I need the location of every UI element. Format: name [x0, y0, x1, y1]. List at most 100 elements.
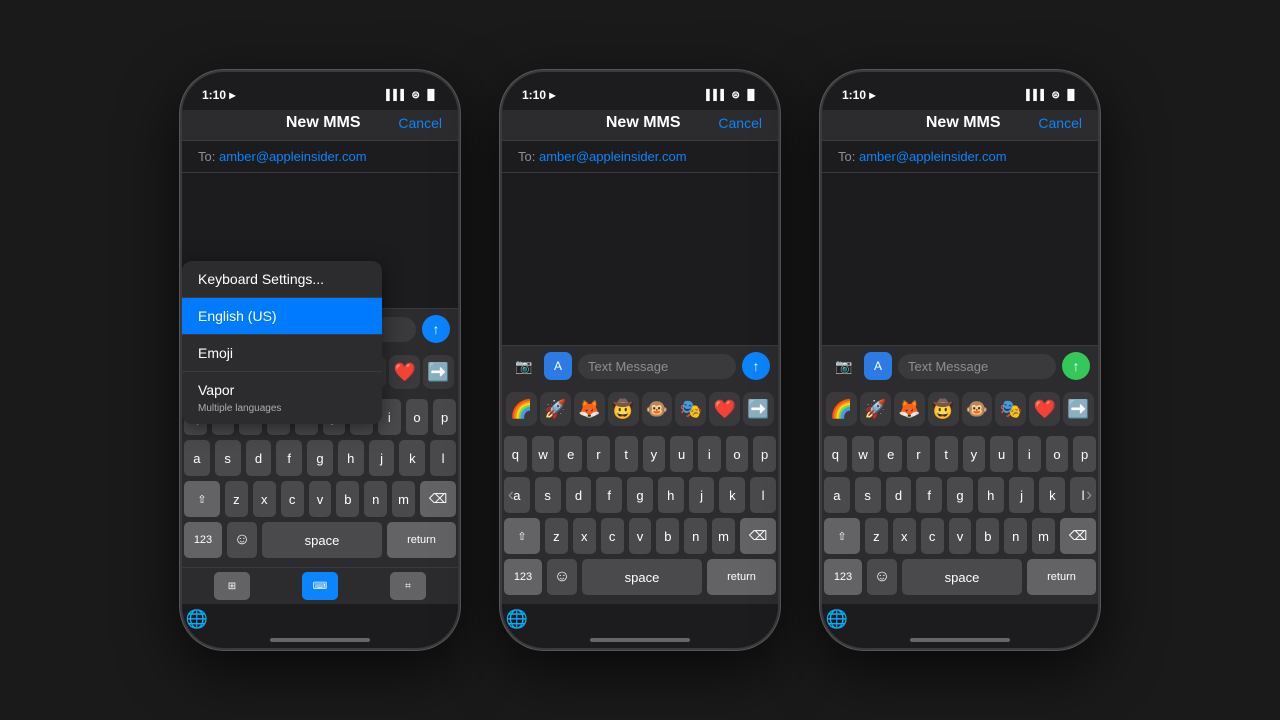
emoji-3-8[interactable]: ➡️ — [1063, 392, 1094, 426]
key-d-3[interactable]: d — [886, 477, 912, 513]
key-b-3[interactable]: b — [976, 518, 999, 554]
emoji-3-4[interactable]: 🤠 — [928, 392, 959, 426]
key-d[interactable]: d — [246, 440, 272, 476]
key-i-3[interactable]: i — [1018, 436, 1041, 472]
key-return-2[interactable]: return — [707, 559, 776, 595]
key-emoji-2[interactable]: ☺ — [547, 559, 577, 595]
key-g-2[interactable]: g — [627, 477, 653, 513]
key-q-3[interactable]: q — [824, 436, 847, 472]
key-f-2[interactable]: f — [596, 477, 622, 513]
dropdown-emoji[interactable]: Emoji — [182, 335, 382, 372]
key-c[interactable]: c — [281, 481, 304, 517]
emoji-2-7[interactable]: ❤️ — [709, 392, 740, 426]
key-o-3[interactable]: o — [1046, 436, 1069, 472]
key-a-3[interactable]: a — [824, 477, 850, 513]
key-g-3[interactable]: g — [947, 477, 973, 513]
key-b[interactable]: b — [336, 481, 359, 517]
key-h-3[interactable]: h — [978, 477, 1004, 513]
key-x-2[interactable]: x — [573, 518, 596, 554]
arrow-left-2[interactable]: ‹ — [508, 485, 514, 506]
emoji-2-5[interactable]: 🐵 — [642, 392, 673, 426]
emoji-2-4[interactable]: 🤠 — [608, 392, 639, 426]
key-n-3[interactable]: n — [1004, 518, 1027, 554]
kb-type-keyboard[interactable]: ⌨ — [302, 572, 338, 600]
key-v[interactable]: v — [309, 481, 332, 517]
key-s-3[interactable]: s — [855, 477, 881, 513]
key-u-2[interactable]: u — [670, 436, 693, 472]
send-btn-1[interactable]: ↑ — [422, 315, 450, 343]
arrow-right-3[interactable]: › — [1086, 485, 1092, 506]
key-k[interactable]: k — [399, 440, 425, 476]
emoji-3-1[interactable]: 🌈 — [826, 392, 857, 426]
key-r-2[interactable]: r — [587, 436, 610, 472]
key-f[interactable]: f — [276, 440, 302, 476]
key-shift-2[interactable]: ⇧ — [504, 518, 540, 554]
key-emoji-3[interactable]: ☺ — [867, 559, 897, 595]
cancel-btn-3[interactable]: Cancel — [1038, 115, 1082, 131]
cancel-btn-2[interactable]: Cancel — [718, 115, 762, 131]
key-o-2[interactable]: o — [726, 436, 749, 472]
key-delete[interactable]: ⌫ — [420, 481, 456, 517]
key-y-3[interactable]: y — [963, 436, 986, 472]
key-c-3[interactable]: c — [921, 518, 944, 554]
key-v-2[interactable]: v — [629, 518, 652, 554]
key-x-3[interactable]: x — [893, 518, 916, 554]
dropdown-settings[interactable]: Keyboard Settings... — [182, 261, 382, 298]
key-p-3[interactable]: p — [1073, 436, 1096, 472]
key-e-2[interactable]: e — [559, 436, 582, 472]
key-f-3[interactable]: f — [916, 477, 942, 513]
send-btn-2[interactable]: ↑ — [742, 352, 770, 380]
globe-icon-2[interactable]: 🌐 — [502, 604, 532, 634]
key-return[interactable]: return — [387, 522, 456, 558]
key-i-2[interactable]: i — [698, 436, 721, 472]
key-123[interactable]: 123 — [184, 522, 222, 558]
cancel-btn-1[interactable]: Cancel — [398, 115, 442, 131]
emoji-3-7[interactable]: ❤️ — [1029, 392, 1060, 426]
key-k-2[interactable]: k — [719, 477, 745, 513]
key-p[interactable]: p — [433, 399, 456, 435]
key-d-2[interactable]: d — [566, 477, 592, 513]
key-m-2[interactable]: m — [712, 518, 735, 554]
emoji-2-8[interactable]: ➡️ — [743, 392, 774, 426]
key-z-2[interactable]: z — [545, 518, 568, 554]
dropdown-english[interactable]: English (US) — [182, 298, 382, 335]
key-j[interactable]: j — [369, 440, 395, 476]
emoji-7[interactable]: ❤️ — [389, 355, 420, 389]
key-n-2[interactable]: n — [684, 518, 707, 554]
emoji-3-2[interactable]: 🚀 — [860, 392, 891, 426]
camera-icon-2[interactable]: 📷 — [510, 352, 538, 380]
globe-icon-3[interactable]: 🌐 — [822, 604, 852, 634]
key-delete-2[interactable]: ⌫ — [740, 518, 776, 554]
emoji-2-3[interactable]: 🦊 — [574, 392, 605, 426]
emoji-3-3[interactable]: 🦊 — [894, 392, 925, 426]
key-emoji[interactable]: ☺ — [227, 522, 257, 558]
key-z-3[interactable]: z — [865, 518, 888, 554]
key-return-3[interactable]: return — [1027, 559, 1096, 595]
key-delete-3[interactable]: ⌫ — [1060, 518, 1096, 554]
key-w-2[interactable]: w — [532, 436, 555, 472]
key-x[interactable]: x — [253, 481, 276, 517]
key-s[interactable]: s — [215, 440, 241, 476]
key-z[interactable]: z — [225, 481, 248, 517]
key-g[interactable]: g — [307, 440, 333, 476]
key-l[interactable]: l — [430, 440, 456, 476]
emoji-2-6[interactable]: 🎭 — [675, 392, 706, 426]
key-e-3[interactable]: e — [879, 436, 902, 472]
key-w-3[interactable]: w — [852, 436, 875, 472]
key-space-3[interactable]: space — [902, 559, 1022, 595]
emoji-8[interactable]: ➡️ — [423, 355, 454, 389]
globe-icon-1[interactable]: 🌐 — [182, 604, 212, 634]
emoji-2-2[interactable]: 🚀 — [540, 392, 571, 426]
key-m-3[interactable]: m — [1032, 518, 1055, 554]
kb-type-split[interactable]: ⌗ — [390, 572, 426, 600]
key-v-3[interactable]: v — [949, 518, 972, 554]
key-t-3[interactable]: t — [935, 436, 958, 472]
key-y-2[interactable]: y — [643, 436, 666, 472]
key-h-2[interactable]: h — [658, 477, 684, 513]
key-m[interactable]: m — [392, 481, 415, 517]
key-l-2[interactable]: l — [750, 477, 776, 513]
emoji-2-1[interactable]: 🌈 — [506, 392, 537, 426]
key-q-2[interactable]: q — [504, 436, 527, 472]
message-area-3[interactable] — [822, 173, 1098, 345]
send-btn-3[interactable]: ↑ — [1062, 352, 1090, 380]
